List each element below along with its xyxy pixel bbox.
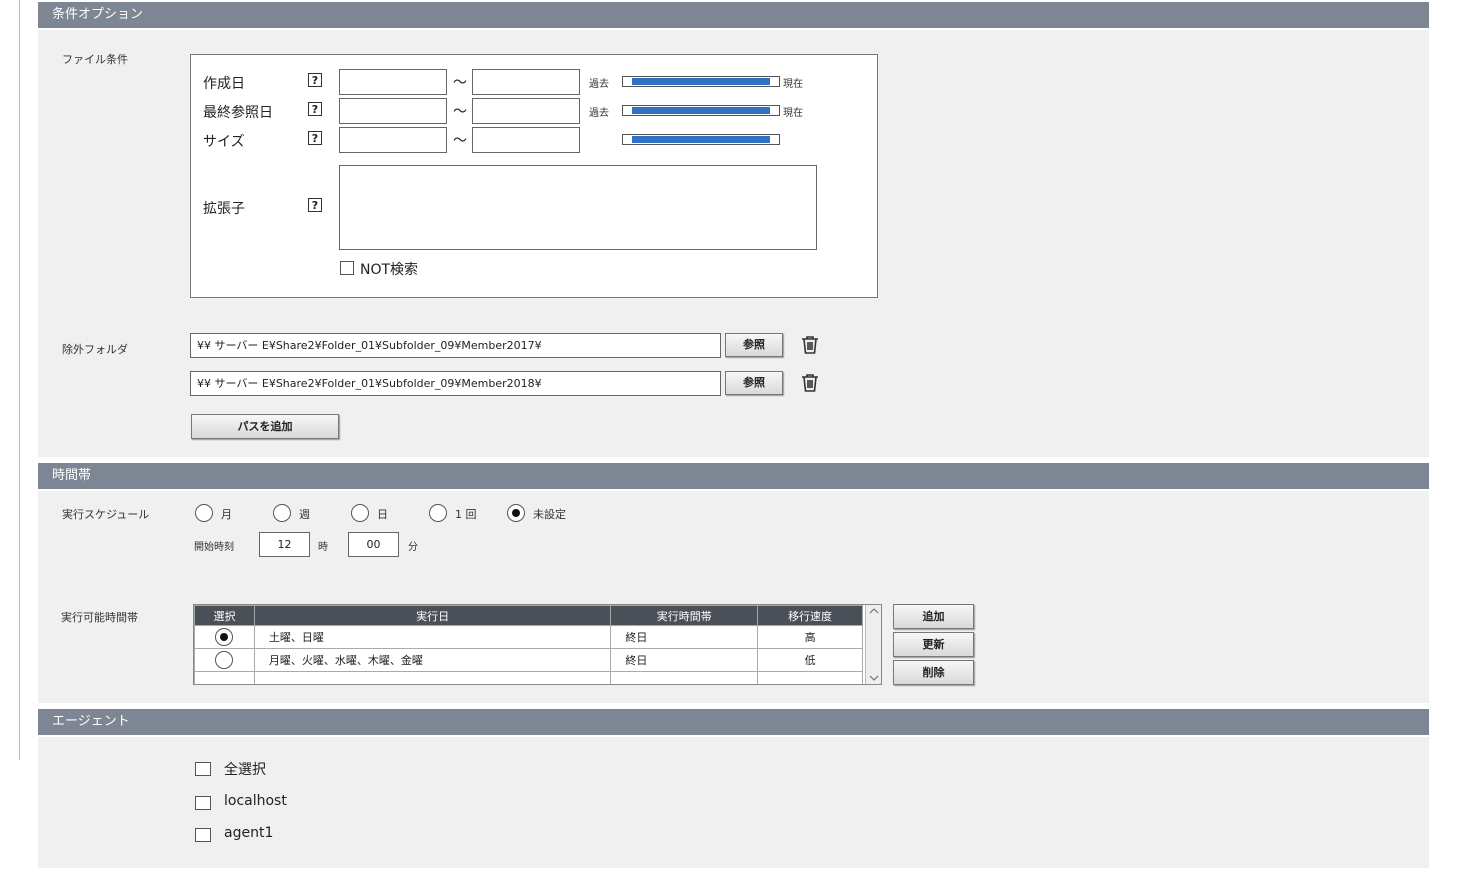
agent-checkbox-localhost[interactable]: [195, 796, 211, 810]
created-label: 作成日: [203, 76, 245, 92]
column-header: 移行速度: [757, 605, 863, 626]
table-row: [194, 671, 863, 684]
range-tilde: ～: [453, 75, 467, 91]
minute-unit: 分: [408, 542, 418, 553]
created-from-input[interactable]: [339, 69, 447, 95]
size-from-input[interactable]: [339, 127, 447, 153]
schedule-radio-day[interactable]: [351, 504, 369, 522]
start-time-label: 開始時刻: [194, 542, 234, 553]
browse-button[interactable]: 参照: [725, 333, 783, 357]
days-cell: 月曜、火曜、水曜、木曜、金曜: [253, 648, 612, 672]
select-all-label: 全選択: [224, 762, 266, 778]
extension-label: 拡張子: [203, 201, 245, 217]
past-label: 過去: [589, 108, 609, 119]
scroll-down-icon[interactable]: [869, 674, 879, 682]
exclude-path-input[interactable]: ¥¥ サーバー E¥Share2¥Folder_01¥Subfolder_09¥…: [190, 371, 721, 396]
column-header: 実行時間帯: [610, 605, 759, 626]
select-cell[interactable]: [194, 625, 255, 649]
schedule-option-label: 日: [377, 508, 388, 521]
not-search-label: NOT検索: [360, 262, 419, 278]
schedule-radio-unset[interactable]: [507, 504, 525, 522]
scroll-up-icon[interactable]: [869, 607, 879, 615]
speed-cell: 高: [757, 625, 863, 649]
exclude-folder-label: 除外フォルダ: [62, 343, 128, 356]
schedule-radio-month[interactable]: [195, 504, 213, 522]
time-cell: 終日: [610, 625, 759, 649]
exclude-path-input[interactable]: ¥¥ サーバー E¥Share2¥Folder_01¥Subfolder_09¥…: [190, 333, 721, 358]
row-select-radio[interactable]: [215, 628, 234, 646]
past-label: 過去: [589, 79, 609, 90]
help-icon[interactable]: ?: [308, 73, 322, 87]
extension-textarea[interactable]: [339, 165, 817, 250]
size-range-slider[interactable]: [622, 134, 780, 145]
timeslots-table: 選択 実行日 実行時間帯 移行速度 土曜、日曜 終日 高 月曜、火曜、水曜、木曜…: [194, 605, 863, 684]
schedule-option-label: 1 回: [455, 508, 477, 521]
add-button[interactable]: 追加: [893, 604, 974, 629]
table-scrollbar[interactable]: [865, 605, 881, 684]
column-header: 実行日: [253, 605, 612, 626]
time-cell: 終日: [610, 648, 759, 672]
add-path-button[interactable]: パスを追加: [191, 414, 339, 439]
last-ref-label: 最終参照日: [203, 105, 273, 121]
schedule-label: 実行スケジュール: [62, 508, 150, 521]
help-icon[interactable]: ?: [308, 198, 322, 212]
table-row[interactable]: 月曜、火曜、水曜、木曜、金曜 終日 低: [194, 648, 863, 672]
help-icon[interactable]: ?: [308, 102, 322, 116]
trash-icon[interactable]: [799, 372, 821, 394]
column-header: 選択: [194, 605, 255, 626]
update-button[interactable]: 更新: [893, 632, 974, 657]
section-header-time: 時間帯: [38, 463, 1429, 489]
table-header-row: 選択 実行日 実行時間帯 移行速度: [194, 605, 863, 626]
delete-button[interactable]: 削除: [893, 660, 974, 685]
speed-cell: 低: [757, 648, 863, 672]
schedule-option-label: 月: [221, 508, 232, 521]
left-divider: [19, 0, 20, 760]
created-to-input[interactable]: [472, 69, 580, 95]
agent-label: localhost: [224, 793, 287, 809]
section-header-conditions: 条件オプション: [38, 2, 1429, 28]
browse-button[interactable]: 参照: [725, 371, 783, 395]
help-icon[interactable]: ?: [308, 131, 322, 145]
slider-fill: [632, 136, 770, 143]
size-to-input[interactable]: [472, 127, 580, 153]
schedule-option-label: 週: [299, 508, 310, 521]
timeslots-table-container: 選択 実行日 実行時間帯 移行速度 土曜、日曜 終日 高 月曜、火曜、水曜、木曜…: [193, 604, 882, 685]
slider-fill: [632, 78, 770, 85]
section-header-agent: エージェント: [38, 709, 1429, 735]
schedule-radio-once[interactable]: [429, 504, 447, 522]
days-cell: 土曜、日曜: [253, 625, 612, 649]
slider-fill: [632, 107, 770, 114]
timeslots-label: 実行可能時間帯: [61, 611, 138, 624]
select-cell[interactable]: [194, 648, 255, 672]
created-range-slider[interactable]: [622, 76, 780, 87]
schedule-radio-week[interactable]: [273, 504, 291, 522]
trash-icon[interactable]: [799, 334, 821, 356]
row-select-radio[interactable]: [215, 651, 234, 669]
not-search-checkbox[interactable]: [340, 261, 354, 275]
table-row[interactable]: 土曜、日曜 終日 高: [194, 625, 863, 649]
last-ref-from-input[interactable]: [339, 98, 447, 124]
minute-input[interactable]: 00: [348, 532, 399, 557]
last-ref-to-input[interactable]: [472, 98, 580, 124]
last-ref-range-slider[interactable]: [622, 105, 780, 116]
now-label: 現在: [783, 108, 803, 119]
agent-checkbox-agent1[interactable]: [195, 828, 211, 842]
now-label: 現在: [783, 79, 803, 90]
schedule-option-label: 未設定: [533, 508, 566, 521]
range-tilde: ～: [453, 133, 467, 149]
range-tilde: ～: [453, 104, 467, 120]
select-all-checkbox[interactable]: [195, 762, 211, 776]
hour-unit: 時: [318, 542, 328, 553]
size-label: サイズ: [203, 134, 245, 150]
hour-input[interactable]: 12: [259, 532, 310, 557]
agent-label: agent1: [224, 825, 274, 841]
file-conditions-box: 作成日 ? ～ 過去 現在 最終参照日 ? ～ 過去 現在 サイズ ? ～ 拡張…: [190, 54, 878, 298]
file-conditions-label: ファイル条件: [62, 53, 128, 66]
